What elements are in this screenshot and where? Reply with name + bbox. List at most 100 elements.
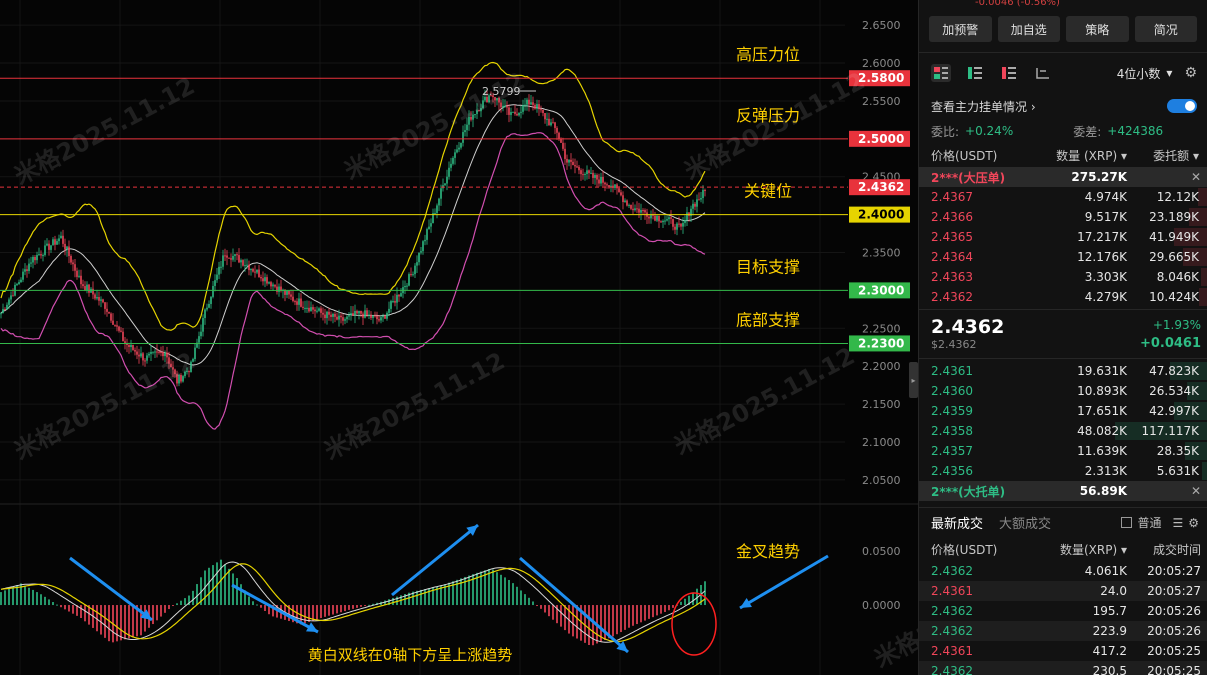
kline-chart-area[interactable]: 2.65002.60002.55002.50002.45002.40002.35…: [0, 0, 918, 675]
book-both-icon[interactable]: [931, 64, 951, 82]
candle-body: [144, 360, 146, 362]
candle-body: [510, 112, 512, 115]
bid-total: 42.997K: [1149, 404, 1199, 418]
header-price: 价格(USDT): [931, 148, 998, 163]
trade-row: 2.4362 230.5 20:05:25: [919, 661, 1207, 675]
candle-body: [644, 210, 646, 213]
trade-price: 2.4362: [931, 664, 973, 675]
macd-bar: [228, 568, 230, 606]
book-asks-icon[interactable]: [999, 64, 1019, 82]
candle-body: [226, 255, 228, 258]
trade-price: 2.4361: [931, 584, 973, 598]
header-total[interactable]: 委托额 ▾: [1127, 147, 1203, 164]
macd-bar: [520, 590, 522, 606]
ask-qty: 3.303K: [1084, 270, 1127, 284]
candle-body: [34, 256, 36, 261]
candle-body: [266, 277, 268, 284]
macd-bar: [424, 589, 426, 606]
trades-header-qty[interactable]: 数量(XRP) ▾: [1031, 541, 1127, 558]
decimals-select[interactable]: 4位小数 ▾ ⚙: [1117, 65, 1197, 82]
bid-row[interactable]: 2.4360 10.893K 26.534K: [919, 381, 1207, 401]
book-depth-icon[interactable]: [1033, 64, 1053, 82]
candle-body: [358, 310, 360, 314]
candle-body: [210, 296, 212, 304]
candle-body: [96, 297, 98, 299]
candle-body: [254, 271, 256, 273]
level-annotation: 目标支撑: [736, 257, 800, 276]
ask-total: 23.189K: [1149, 210, 1199, 224]
candle-body: [140, 353, 142, 357]
ask-row[interactable]: 2.4363 3.303K 8.046K: [919, 267, 1207, 287]
main-orders-row[interactable]: 查看主力挂单情况 ›: [919, 93, 1207, 119]
candle-body: [362, 313, 364, 318]
candle-body: [434, 212, 436, 214]
ask-row[interactable]: 2.4367 4.974K 12.12K: [919, 187, 1207, 207]
candle-body: [524, 104, 526, 106]
candle-body: [198, 336, 200, 343]
candle-body: [600, 176, 602, 184]
add-watchlist-button[interactable]: 加自选: [997, 16, 1060, 42]
candle-body: [242, 260, 244, 266]
gear-icon[interactable]: ⚙: [1188, 516, 1199, 530]
close-icon[interactable]: ✕: [1191, 484, 1201, 498]
ask-row[interactable]: 2.4366 9.517K 23.189K: [919, 207, 1207, 227]
tab-large-trades[interactable]: 大额成交: [999, 513, 1051, 532]
ask-row[interactable]: 2.4365 17.217K 41.949K: [919, 227, 1207, 247]
book-bids-icon[interactable]: [965, 64, 985, 82]
candle-body: [314, 309, 316, 312]
trade-time: 20:05:26: [1147, 624, 1201, 638]
filter-icon[interactable]: ☰: [1172, 516, 1183, 530]
bid-row[interactable]: 2.4356 2.313K 5.631K: [919, 461, 1207, 481]
candle-body: [118, 326, 120, 331]
tab-latest-trades[interactable]: 最新成交: [931, 513, 983, 532]
trade-row: 2.4361 417.2 20:05:25: [919, 641, 1207, 661]
gear-icon[interactable]: ⚙: [1184, 65, 1197, 81]
candle-body: [386, 312, 388, 319]
main-orders-toggle[interactable]: [1167, 99, 1197, 113]
candle-body: [632, 208, 634, 211]
bid-total: 47.823K: [1149, 364, 1199, 378]
candle-body: [302, 306, 304, 308]
strategy-button[interactable]: 策略: [1066, 16, 1129, 42]
price-tick-label: 2.0500: [862, 474, 901, 487]
bid-row[interactable]: 2.4357 11.639K 28.35K: [919, 441, 1207, 461]
candle-body: [372, 315, 374, 318]
macd-tick-label: 0.0500: [862, 545, 901, 558]
candle-body: [634, 208, 636, 211]
trades-header-time: 成交时间: [1152, 542, 1201, 557]
ask-row[interactable]: 2.4362 4.279K 10.424K: [919, 287, 1207, 307]
collapse-panel-handle[interactable]: ▸: [909, 362, 918, 398]
asks-list: 2.4367 4.974K 12.12K 2.4366 9.517K 23.189K 2.4…: [919, 187, 1207, 307]
candle-body: [130, 344, 132, 348]
candle-body: [290, 294, 292, 297]
overview-button[interactable]: 简况: [1134, 16, 1197, 42]
candle-body: [514, 111, 516, 114]
add-alert-button[interactable]: 加预警: [929, 16, 992, 42]
candle-body: [624, 200, 626, 203]
trade-qty: 4.061K: [1084, 564, 1127, 578]
macd-bar: [356, 605, 358, 608]
trade-qty: 24.0: [1100, 584, 1127, 598]
bid-row[interactable]: 2.4358 48.082K 117.117K: [919, 421, 1207, 441]
candle-body: [466, 124, 468, 131]
macd-bar: [416, 590, 418, 606]
candle-body: [104, 302, 106, 309]
candle-body: [566, 158, 568, 163]
kline-chart[interactable]: 2.65002.60002.55002.50002.45002.40002.35…: [0, 0, 918, 675]
candle-body: [448, 167, 450, 177]
candle-body: [574, 165, 576, 167]
candle-body: [318, 308, 320, 311]
ask-total: 10.424K: [1149, 290, 1199, 304]
normal-checkbox[interactable]: 普通 ☰ ⚙: [1121, 514, 1199, 531]
bid-row[interactable]: 2.4359 17.651K 42.997K: [919, 401, 1207, 421]
bid-row[interactable]: 2.4361 19.631K 47.823K: [919, 361, 1207, 381]
candle-body: [248, 264, 250, 271]
header-qty[interactable]: 数量 (XRP) ▾: [1031, 147, 1127, 164]
candle-body: [292, 296, 294, 302]
candle-body: [2, 309, 4, 314]
candle-body: [116, 325, 118, 327]
candle-body: [30, 262, 32, 264]
close-icon[interactable]: ✕: [1191, 170, 1201, 184]
ask-row[interactable]: 2.4364 12.176K 29.665K: [919, 247, 1207, 267]
candle-body: [276, 286, 278, 292]
